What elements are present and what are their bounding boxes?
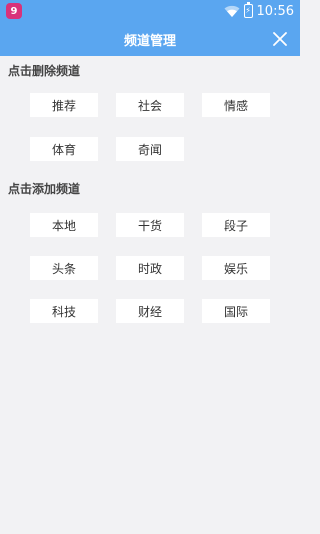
title-bar: 频道管理 xyxy=(0,22,300,56)
channel-chip-add[interactable]: 科技 xyxy=(30,299,98,323)
battery-icon: ⚡ xyxy=(243,2,253,18)
status-time: 10:56 xyxy=(256,3,294,19)
my-channels-title: 点击删除频道 xyxy=(8,64,81,78)
channel-chip-add[interactable]: 娱乐 xyxy=(202,256,270,280)
channel-chip-add[interactable]: 本地 xyxy=(30,213,98,237)
page-title: 频道管理 xyxy=(123,33,176,49)
channel-chip-delete[interactable]: 情感 xyxy=(202,93,270,117)
channel-chip-add[interactable]: 干货 xyxy=(116,213,184,237)
channel-chip-delete[interactable]: 社会 xyxy=(116,93,184,117)
channel-chip-add[interactable]: 头条 xyxy=(30,256,98,280)
channel-chip-add[interactable]: 财经 xyxy=(116,299,184,323)
wifi-icon xyxy=(224,5,240,17)
channel-chip-delete[interactable]: 体育 xyxy=(30,137,98,161)
close-icon xyxy=(273,32,287,46)
channel-chip-delete[interactable]: 奇闻 xyxy=(116,137,184,161)
app-notification-icon: 9 xyxy=(6,3,22,19)
channel-chip-add[interactable]: 段子 xyxy=(202,213,270,237)
status-bar: 9 ⚡ 10:56 xyxy=(0,0,300,22)
status-indicators: ⚡ 10:56 xyxy=(224,2,294,19)
charging-icon: ⚡ xyxy=(245,6,251,15)
close-button[interactable] xyxy=(270,29,290,49)
channel-chip-delete[interactable]: 推荐 xyxy=(30,93,98,117)
more-channels-title: 点击添加频道 xyxy=(8,182,81,196)
channel-chip-add[interactable]: 国际 xyxy=(202,299,270,323)
channel-chip-add[interactable]: 时政 xyxy=(116,256,184,280)
